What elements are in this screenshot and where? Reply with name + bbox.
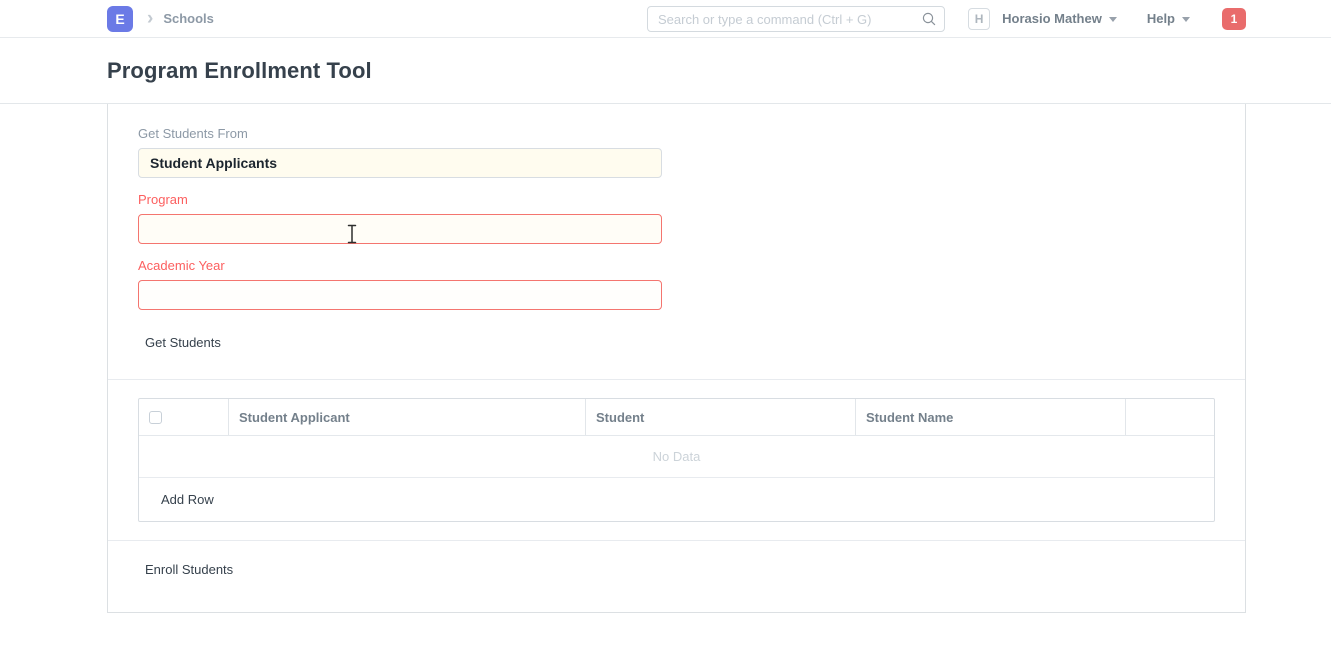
grid-header-row: Student Applicant Student Student Name — [139, 399, 1214, 436]
breadcrumb-chevron-icon: › — [147, 9, 153, 28]
help-label: Help — [1147, 11, 1175, 26]
notification-count: 1 — [1231, 12, 1238, 26]
breadcrumb-schools[interactable]: Schools — [163, 11, 214, 26]
user-name: Horasio Mathew — [1002, 11, 1102, 26]
avatar-letter: H — [975, 12, 984, 26]
get-students-from-input[interactable]: Student Applicants — [138, 148, 662, 178]
grid-header-student-applicant: Student Applicant — [229, 399, 586, 435]
grid-no-data: No Data — [139, 436, 1214, 478]
grid-header-check-cell — [139, 399, 229, 435]
search-input[interactable] — [647, 6, 945, 32]
navbar-left: E › Schools — [107, 6, 214, 32]
field-academic-year: Academic Year — [138, 258, 662, 310]
academic-year-label: Academic Year — [138, 258, 662, 273]
table-section: Student Applicant Student Student Name N… — [108, 379, 1245, 540]
user-menu[interactable]: Horasio Mathew — [1002, 11, 1117, 26]
get-students-from-label: Get Students From — [138, 126, 662, 141]
navbar-right: H Horasio Mathew Help 1 — [968, 0, 1246, 37]
app-logo[interactable]: E — [107, 6, 133, 32]
app-logo-letter: E — [115, 11, 124, 27]
get-students-button[interactable]: Get Students — [138, 330, 228, 355]
page-title: Program Enrollment Tool — [107, 58, 372, 84]
help-menu[interactable]: Help — [1147, 11, 1190, 26]
grid-header-student-name: Student Name — [856, 399, 1126, 435]
select-all-checkbox[interactable] — [149, 411, 162, 424]
grid-header-student: Student — [586, 399, 856, 435]
search-icon — [921, 11, 937, 32]
form-section: Get Students From Student Applicants Pro… — [108, 104, 1245, 379]
chevron-down-icon — [1109, 17, 1117, 22]
global-search — [647, 6, 945, 32]
navbar: E › Schools H Horasio Mathew Help 1 — [0, 0, 1331, 38]
notification-badge[interactable]: 1 — [1222, 8, 1246, 30]
avatar[interactable]: H — [968, 8, 990, 30]
field-program: Program — [138, 192, 662, 244]
grid-footer-row: Add Row — [139, 478, 1214, 521]
program-input[interactable] — [138, 214, 662, 244]
enroll-students-button[interactable]: Enroll Students — [138, 557, 240, 582]
footer-section: Enroll Students — [108, 540, 1245, 612]
page-head: Program Enrollment Tool — [0, 38, 1331, 104]
program-label: Program — [138, 192, 662, 207]
students-grid: Student Applicant Student Student Name N… — [138, 398, 1215, 522]
academic-year-input[interactable] — [138, 280, 662, 310]
grid-header-spacer — [1126, 399, 1214, 435]
form-card: Get Students From Student Applicants Pro… — [107, 104, 1246, 613]
chevron-down-icon — [1182, 17, 1190, 22]
add-row-button[interactable]: Add Row — [154, 487, 221, 512]
field-get-students-from: Get Students From Student Applicants — [138, 126, 662, 178]
